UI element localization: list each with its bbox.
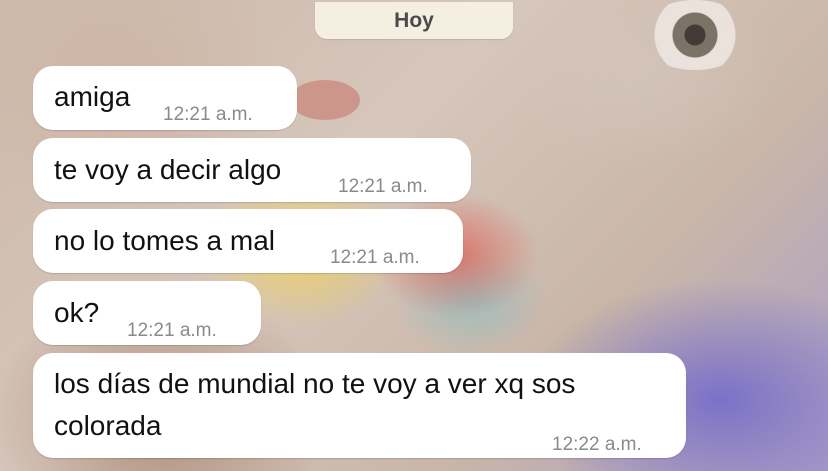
message-bubble-incoming[interactable]: los días de mundial no te voy a ver xq s… [33, 353, 686, 458]
message-timestamp: 12:21 a.m. [163, 104, 253, 125]
message-timestamp: 12:21 a.m. [127, 320, 217, 341]
message-text: ok? [54, 297, 100, 328]
message-text-line-2: colorada [54, 410, 162, 441]
message-text: no lo tomes a mal [54, 225, 275, 256]
message-timestamp: 12:22 a.m. [552, 434, 642, 455]
date-separator: Hoy [315, 2, 513, 39]
message-bubble-incoming[interactable]: amiga 12:21 a.m. [33, 66, 297, 130]
message-bubble-incoming[interactable]: no lo tomes a mal 12:21 a.m. [33, 209, 463, 273]
message-text: amiga [54, 81, 131, 112]
wallpaper-lips-detail [290, 80, 360, 120]
message-bubble-incoming[interactable]: te voy a decir algo 12:21 a.m. [33, 138, 471, 202]
message-timestamp: 12:21 a.m. [338, 176, 428, 197]
message-timestamp: 12:21 a.m. [330, 247, 420, 268]
message-bubble-incoming[interactable]: ok? 12:21 a.m. [33, 281, 261, 345]
wallpaper-eye-detail [640, 0, 750, 70]
message-text-line-1: los días de mundial no te voy a ver xq s… [54, 368, 576, 399]
message-text: te voy a decir algo [54, 154, 282, 185]
